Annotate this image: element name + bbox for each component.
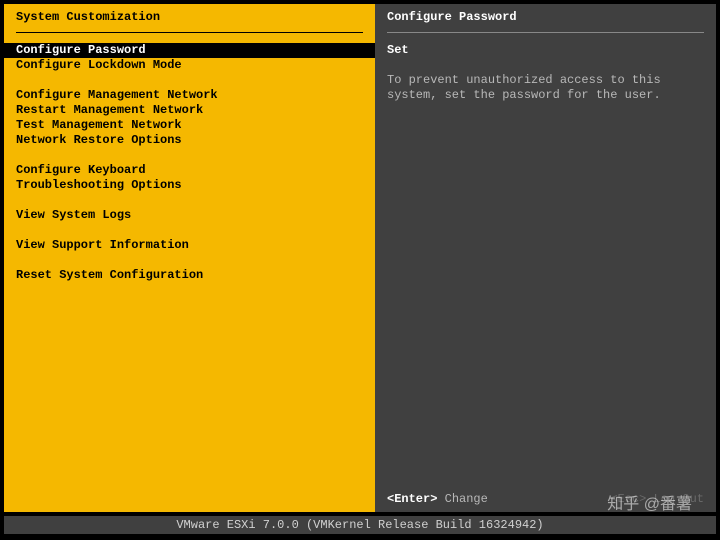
left-panel-title: System Customization: [4, 4, 375, 28]
menu-item[interactable]: Reset System Configuration: [4, 268, 375, 283]
menu-item[interactable]: Configure Keyboard: [4, 163, 375, 178]
detail-body: To prevent unauthorized access to this s…: [387, 73, 704, 103]
left-panel: System Customization Configure PasswordC…: [4, 4, 375, 512]
menu-item[interactable]: Restart Management Network: [4, 103, 375, 118]
menu-item[interactable]: Network Restore Options: [4, 133, 375, 148]
menu-item[interactable]: Configure Management Network: [4, 88, 375, 103]
key-label: <Esc>: [610, 492, 646, 506]
right-panel-title: Configure Password: [375, 4, 716, 28]
detail-heading: Set: [387, 43, 704, 58]
key-label: <Enter>: [387, 492, 437, 506]
menu-gap: [4, 193, 375, 208]
key-action: Change: [445, 492, 488, 506]
divider: [387, 32, 704, 33]
menu-item[interactable]: Configure Lockdown Mode: [4, 58, 375, 73]
menu-gap: [4, 253, 375, 268]
menu-gap: [4, 223, 375, 238]
right-panel: Configure Password Set To prevent unauth…: [375, 4, 716, 512]
hint-esc: <Esc> Log Out: [610, 492, 704, 506]
status-bar: VMware ESXi 7.0.0 (VMKernel Release Buil…: [4, 516, 716, 534]
divider: [16, 32, 363, 33]
menu-item[interactable]: Troubleshooting Options: [4, 178, 375, 193]
menu-gap: [4, 73, 375, 88]
menu-list: Configure PasswordConfigure Lockdown Mod…: [4, 43, 375, 283]
menu-item[interactable]: Configure Password: [4, 43, 375, 58]
menu-item[interactable]: View Support Information: [4, 238, 375, 253]
hint-enter: <Enter> Change: [387, 492, 488, 506]
menu-gap: [4, 148, 375, 163]
hint-bar: <Enter> Change <Esc> Log Out: [375, 488, 716, 512]
menu-item[interactable]: Test Management Network: [4, 118, 375, 133]
key-action: Log Out: [654, 492, 704, 506]
menu-item[interactable]: View System Logs: [4, 208, 375, 223]
